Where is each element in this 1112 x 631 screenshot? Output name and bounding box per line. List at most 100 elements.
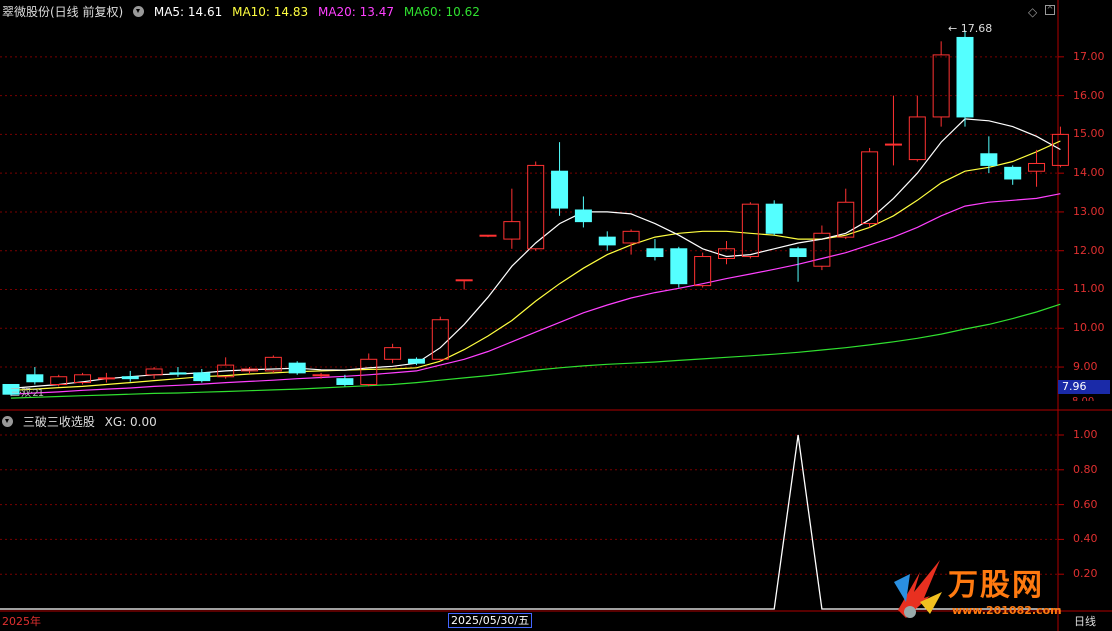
candle — [431, 316, 449, 362]
watermark-brand: 万股网 — [948, 568, 1044, 603]
candle — [884, 95, 902, 166]
main-header: 翠微股份(日线 前复权) MA5: 14.61 MA10: 14.83 MA20… — [2, 3, 486, 21]
candle — [97, 372, 115, 383]
candle-body — [622, 230, 640, 244]
candle — [741, 202, 759, 259]
candle — [264, 355, 282, 373]
ma60-label: MA60: 10.62 — [403, 5, 480, 19]
candle-body — [26, 374, 44, 383]
candle-body — [646, 248, 664, 258]
stock-chart-window: 翠微股份(日线 前复权) MA5: 14.61 MA10: 14.83 MA20… — [0, 0, 1112, 631]
ma20-line — [10, 193, 1061, 395]
candle — [813, 225, 831, 271]
candle-body — [407, 358, 425, 364]
price-tick-label: 17.00 — [1073, 49, 1105, 63]
rocket-icon — [894, 560, 942, 618]
price-axis-cut-label: 8.00 — [1072, 396, 1094, 401]
candle — [527, 161, 545, 251]
candle — [956, 30, 974, 127]
candle — [646, 239, 664, 261]
candle-body — [574, 209, 592, 223]
price-tick-label: 13.00 — [1073, 204, 1105, 218]
indicator-tick-label: 1.00 — [1073, 428, 1098, 441]
candle — [861, 147, 879, 228]
chart-canvas[interactable] — [0, 0, 1112, 631]
candle — [26, 367, 44, 385]
candle-body — [694, 256, 712, 287]
candle-body — [193, 372, 211, 382]
candle — [503, 188, 521, 249]
high-price-label: ← 17.68 — [948, 22, 993, 35]
watermark-logo: 万股网 www.201082.com — [890, 552, 1090, 628]
candle-body — [527, 164, 545, 250]
ma10-line — [10, 140, 1061, 391]
candle-body — [384, 347, 402, 360]
candle-body — [765, 203, 783, 234]
dropdown-icon[interactable] — [133, 6, 145, 17]
diamond-icon[interactable]: ◇ — [1028, 5, 1037, 19]
candle — [1004, 165, 1022, 185]
candle-body — [121, 376, 139, 380]
candle-body — [336, 378, 354, 385]
candle — [50, 374, 68, 387]
candle — [908, 95, 926, 162]
candle-body — [670, 248, 688, 285]
candle — [670, 246, 688, 288]
candle — [121, 370, 139, 382]
candle — [74, 372, 92, 385]
candle — [241, 367, 258, 375]
ma60-line — [10, 303, 1061, 399]
candle — [837, 188, 855, 240]
pointer-icon: ← — [948, 22, 958, 35]
candle — [551, 142, 569, 216]
candle-body — [551, 170, 569, 209]
xg-value: XG: 0.00 — [104, 415, 157, 429]
candle — [1028, 149, 1046, 187]
candle-body — [789, 248, 807, 258]
candle-body — [288, 362, 306, 374]
candle-body — [503, 221, 521, 240]
price-tick-label: 11.00 — [1073, 282, 1105, 296]
watermark-url: www.201082.com — [952, 604, 1062, 617]
candle — [384, 343, 402, 364]
candle — [169, 367, 187, 377]
current-price-tag: 7.96 — [1058, 380, 1110, 394]
candle-body — [980, 153, 998, 166]
candle — [789, 246, 807, 282]
candle-body — [1004, 166, 1022, 180]
candle-body — [956, 36, 974, 118]
candle — [288, 361, 306, 375]
date-start-label: 2025年 — [2, 615, 41, 628]
price-tick-label: 16.00 — [1073, 88, 1105, 102]
price-tick-label: 10.00 — [1073, 321, 1105, 335]
grid-lines — [0, 0, 1112, 631]
indicator-title[interactable]: 三破三收选股 — [23, 415, 95, 429]
candle-body — [932, 54, 950, 118]
price-tick-label: 15.00 — [1073, 127, 1105, 141]
candle — [479, 234, 497, 238]
candle-body — [97, 377, 115, 380]
price-tick-label: 14.00 — [1073, 166, 1105, 180]
candle-body — [598, 236, 616, 246]
moving-averages — [10, 118, 1061, 399]
candle — [598, 231, 616, 251]
candle-body — [360, 358, 378, 385]
candle — [145, 367, 163, 379]
selected-date[interactable]: 2025/05/30/五 — [448, 613, 533, 628]
indicator-header: 三破三收选股 XG: 0.00 — [2, 413, 163, 431]
ma5-label: MA5: 14.61 — [153, 5, 223, 19]
candle-body — [312, 374, 330, 377]
candle — [193, 368, 211, 383]
scroll-up-icon[interactable]: ^ — [1045, 5, 1055, 15]
candle — [718, 241, 735, 265]
candle-body — [837, 201, 855, 238]
indicator-dropdown-icon[interactable] — [2, 416, 13, 427]
ma5-line — [10, 118, 1061, 389]
stock-title[interactable]: 翠微股份(日线 前复权) — [2, 5, 123, 19]
candle-body — [455, 279, 473, 282]
candle-body — [145, 368, 163, 376]
indicator-tick-label: 0.80 — [1073, 462, 1098, 476]
candle — [574, 196, 592, 228]
collapsed-label: 三·双·21 — [10, 388, 44, 399]
candle-body — [169, 372, 187, 375]
